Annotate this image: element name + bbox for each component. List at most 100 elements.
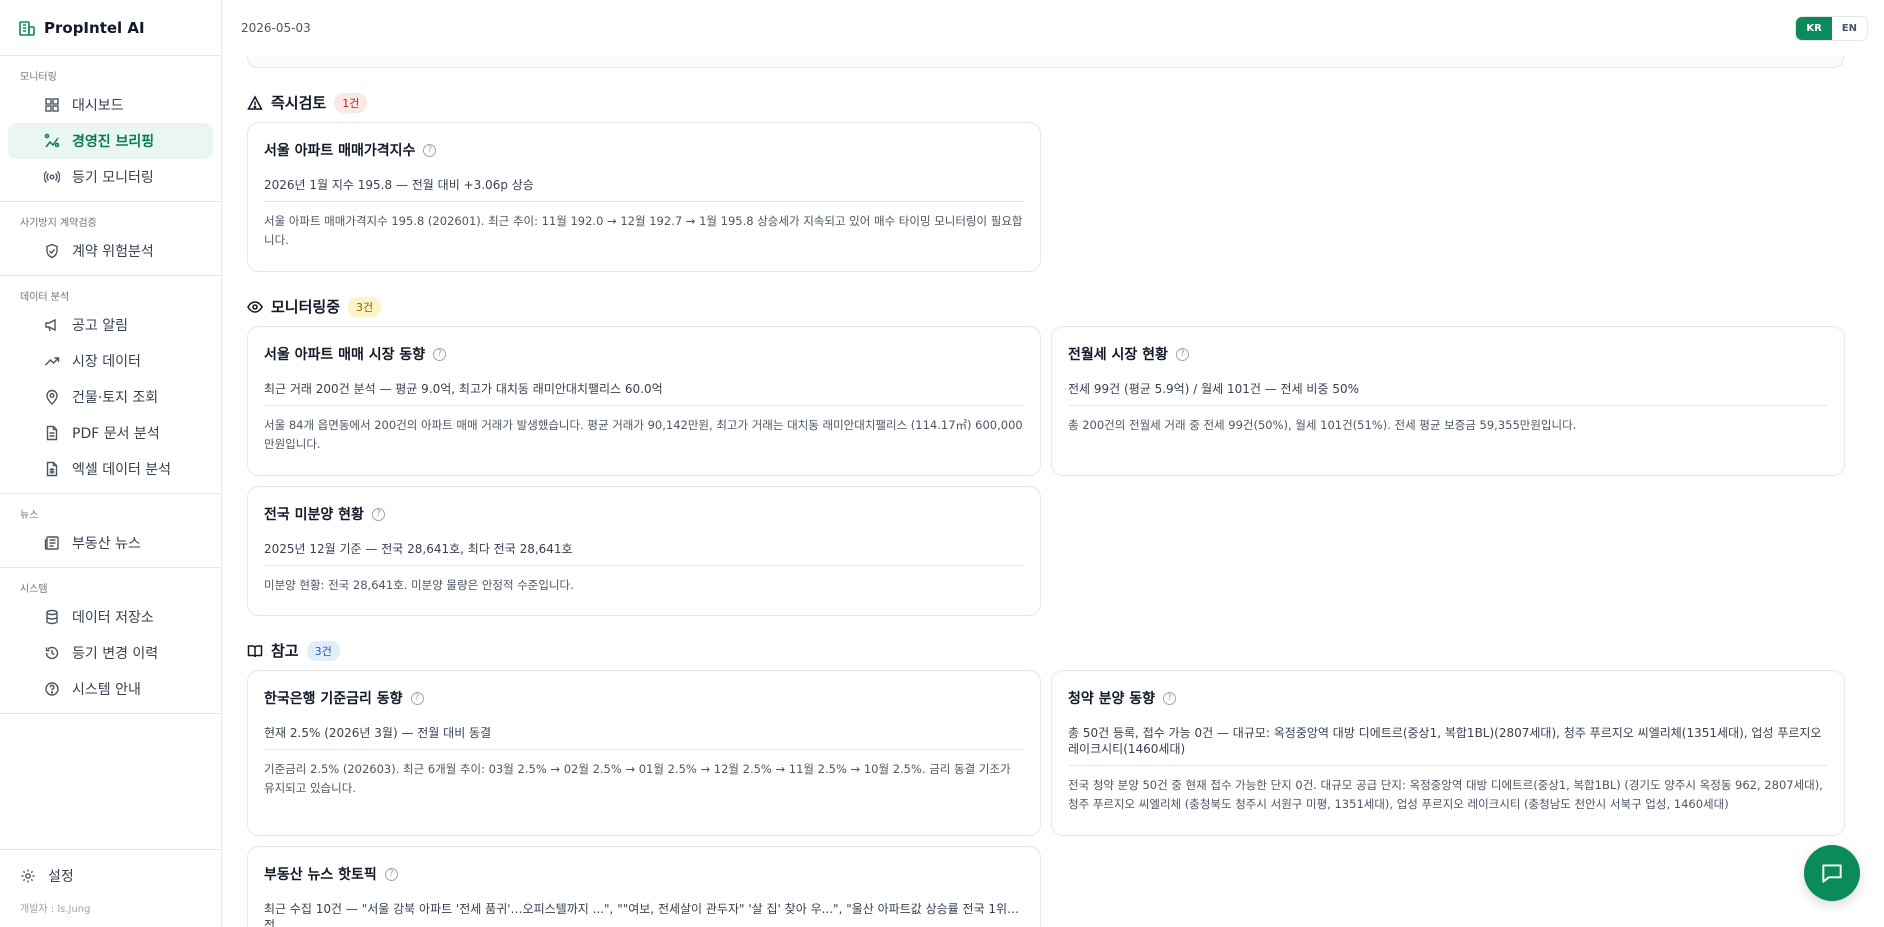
settings-button[interactable]: 설정 <box>0 860 222 892</box>
help-icon[interactable]: ? <box>423 143 437 157</box>
sidebar-item-label: 엑셀 데이터 분석 <box>72 462 172 478</box>
shield-icon <box>44 243 60 259</box>
card-detail: 서울 아파트 매매가격지수 195.8 (202601). 최근 추이: 11월… <box>264 214 1023 247</box>
sidebar-item-label: 데이터 저장소 <box>72 610 154 626</box>
sidebar-item-executive-briefing[interactable]: 경영진 브리핑 <box>8 123 213 159</box>
sidebar-item-notice-alerts[interactable]: 공고 알림 <box>8 307 213 343</box>
sidebar-item-data-store[interactable]: 데이터 저장소 <box>8 599 213 635</box>
sidebar-item-label: 부동산 뉴스 <box>72 536 141 552</box>
lang-kr-button[interactable]: KR <box>1796 16 1832 40</box>
count-badge: 3건 <box>348 296 382 317</box>
sidebar-item-registry-monitoring[interactable]: 등기 모니터링 <box>8 159 213 195</box>
settings-label: 설정 <box>48 869 74 885</box>
help-icon[interactable]: ? <box>1175 347 1189 361</box>
card-detail: 서울 84개 읍면동에서 200건의 아파트 매매 거래가 발생했습니다. 평균… <box>264 418 1023 451</box>
briefing-card-seoul-price-index[interactable]: 서울 아파트 매매가격지수? 2026년 1월 지수 195.8 — 전월 대비… <box>247 122 1041 272</box>
book-open-icon <box>247 643 263 659</box>
help-circle-icon <box>44 681 60 697</box>
card-summary: 2025년 12월 기준 — 전국 28,641호, 최다 전국 28,641호 <box>264 541 1024 566</box>
warning-icon <box>247 94 263 111</box>
sidebar-item-contract-risk[interactable]: 계약 위험분석 <box>8 233 213 269</box>
card-summary: 현재 2.5% (2026년 3월) — 전월 대비 동결 <box>264 725 1024 750</box>
dashboard-icon <box>44 97 60 113</box>
briefing-card-rent-market[interactable]: 전월세 시장 현황? 전세 99건 (평균 5.9억) / 월세 101건 — … <box>1051 326 1845 476</box>
sidebar-item-label: 건물·토지 조회 <box>72 390 159 406</box>
sidebar-item-pdf-analysis[interactable]: PDF 문서 분석 <box>8 415 213 451</box>
newspaper-icon <box>44 535 60 551</box>
card-summary: 총 50건 등록, 접수 가능 0건 — 대규모: 옥정중앙역 대방 디에트르(… <box>1068 725 1828 766</box>
nav-section-label: 모니터링 <box>20 72 57 83</box>
help-icon[interactable]: ? <box>410 691 424 705</box>
sidebar-item-label: 공고 알림 <box>72 318 128 334</box>
current-date: 2026-05-03 <box>241 21 311 35</box>
card-detail: 기준금리 2.5% (202603). 최근 6개월 추이: 03월 2.5% … <box>264 762 1011 795</box>
briefing-card-unsold-housing[interactable]: 전국 미분양 현황? 2025년 12월 기준 — 전국 28,641호, 최다… <box>247 486 1041 616</box>
developer-credit: 개발자 : ls.Jung <box>20 904 91 915</box>
sidebar-footer: 설정 개발자 : ls.Jung <box>0 849 222 927</box>
help-icon[interactable]: ? <box>433 347 447 361</box>
section-reference-header: 참고 3건 <box>247 640 340 661</box>
sidebar: PropIntel AI 모니터링 대시보드 경영진 브리핑 등기 모니터링 사… <box>0 0 222 927</box>
card-summary: 최근 수집 10건 — "서울 강북 아파트 '전세 품귀'…오피스텔까지 ..… <box>264 901 1024 927</box>
trend-icon <box>44 353 60 369</box>
lang-en-button[interactable]: EN <box>1832 17 1867 40</box>
top-header: 2026-05-03 KR EN <box>223 0 1884 56</box>
briefing-card-news-hot-topic[interactable]: 부동산 뉴스 핫토픽? 최근 수집 10건 — "서울 강북 아파트 '전세 품… <box>247 846 1041 927</box>
chat-bubble-icon <box>1819 860 1845 886</box>
card-title: 부동산 뉴스 핫토픽 <box>264 867 377 883</box>
section-urgent-header: 즉시검토 1건 <box>247 92 368 113</box>
sidebar-item-dashboard[interactable]: 대시보드 <box>8 87 213 123</box>
nav-section-monitoring: 모니터링 대시보드 경영진 브리핑 등기 모니터링 <box>0 56 221 202</box>
card-title: 전국 미분양 현황 <box>264 507 364 523</box>
nav-section-data-analysis: 데이터 분석 공고 알림 시장 데이터 건물·토지 조회 PDF 문서 분석 엑… <box>0 276 221 494</box>
sidebar-item-label: PDF 문서 분석 <box>72 426 160 442</box>
briefing-card-base-rate[interactable]: 한국은행 기준금리 동향? 현재 2.5% (2026년 3월) — 전월 대비… <box>247 670 1041 836</box>
sidebar-item-building-land[interactable]: 건물·토지 조회 <box>8 379 213 415</box>
sidebar-item-market-data[interactable]: 시장 데이터 <box>8 343 213 379</box>
sidebar-item-excel-analysis[interactable]: 엑셀 데이터 분석 <box>8 451 213 487</box>
card-title: 서울 아파트 매매가격지수 <box>264 143 416 159</box>
card-summary: 최근 거래 200건 분석 — 평균 9.0억, 최고가 대치동 래미안대치팰리… <box>264 381 1024 406</box>
card-summary: 2026년 1월 지수 195.8 — 전월 대비 +3.06p 상승 <box>264 177 1024 202</box>
card-title: 한국은행 기준금리 동향 <box>264 691 403 707</box>
building-icon <box>18 19 36 37</box>
section-title: 참고 <box>271 642 299 660</box>
briefing-card-subscription[interactable]: 청약 분양 동향? 총 50건 등록, 접수 가능 0건 — 대규모: 옥정중앙… <box>1051 670 1845 836</box>
nav-section-label: 뉴스 <box>20 510 39 521</box>
nav-section-system: 시스템 데이터 저장소 등기 변경 이력 시스템 안내 <box>0 568 221 714</box>
sidebar-item-real-estate-news[interactable]: 부동산 뉴스 <box>8 525 213 561</box>
sidebar-item-label: 시장 데이터 <box>72 354 141 370</box>
sidebar-item-label: 시스템 안내 <box>72 682 141 698</box>
card-title: 서울 아파트 매매 시장 동향 <box>264 347 426 363</box>
history-icon <box>44 645 60 661</box>
section-title: 모니터링중 <box>271 298 341 316</box>
eye-icon <box>247 299 263 315</box>
nav-section-news: 뉴스 부동산 뉴스 <box>0 494 221 568</box>
gear-icon <box>20 868 36 884</box>
nav-section-label: 데이터 분석 <box>20 292 70 303</box>
nav-section-label: 시스템 <box>20 584 48 595</box>
section-title: 즉시검토 <box>271 94 327 112</box>
help-icon[interactable]: ? <box>384 867 398 881</box>
sidebar-item-label: 등기 변경 이력 <box>72 646 159 662</box>
help-icon[interactable]: ? <box>371 507 385 521</box>
previous-card-bottom <box>247 56 1844 68</box>
card-detail: 전국 청약 분양 50건 중 현재 접수 가능한 단지 0건. 대규모 공급 단… <box>1068 778 1823 811</box>
sidebar-item-system-guide[interactable]: 시스템 안내 <box>8 671 213 707</box>
sidebar-item-label: 경영진 브리핑 <box>72 134 155 150</box>
card-title: 청약 분양 동향 <box>1068 691 1156 707</box>
sidebar-item-registry-history[interactable]: 등기 변경 이력 <box>8 635 213 671</box>
briefing-card-seoul-apt-trade[interactable]: 서울 아파트 매매 시장 동향? 최근 거래 200건 분석 — 평균 9.0억… <box>247 326 1041 476</box>
database-icon <box>44 609 60 625</box>
help-icon[interactable]: ? <box>1163 691 1177 705</box>
brand[interactable]: PropIntel AI <box>0 0 221 56</box>
chat-button[interactable] <box>1804 845 1860 901</box>
count-badge: 1건 <box>334 92 368 113</box>
card-detail: 미분양 현황: 전국 28,641호. 미분양 물량은 안정적 수준입니다. <box>264 578 574 592</box>
map-pin-icon <box>44 389 60 405</box>
sidebar-item-label: 대시보드 <box>72 98 124 114</box>
main-content: 즉시검토 1건 서울 아파트 매매가격지수? 2026년 1월 지수 195.8… <box>223 56 1868 927</box>
spreadsheet-icon <box>44 461 60 477</box>
card-title: 전월세 시장 현황 <box>1068 347 1168 363</box>
briefing-icon <box>44 133 60 149</box>
